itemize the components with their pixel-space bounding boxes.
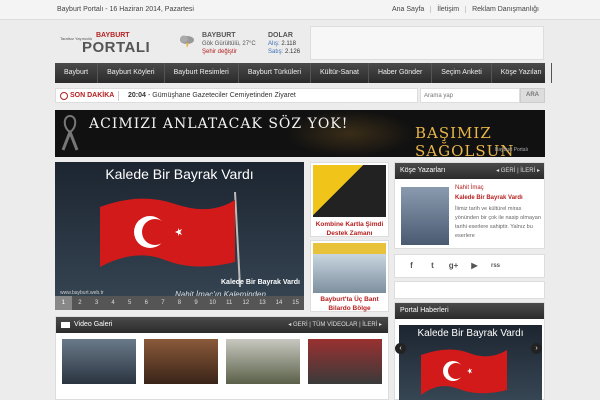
video-thumbnail[interactable]: [62, 339, 136, 384]
video-thumbnail[interactable]: [226, 339, 300, 384]
currency-buy: Alış: 2.118: [268, 41, 296, 47]
ad-consulting-link[interactable]: Reklam Danışmanlığı: [465, 6, 545, 13]
authors-title: Köşe Yazarları: [400, 167, 446, 174]
author-photo[interactable]: [401, 187, 449, 245]
rss-icon[interactable]: rss: [485, 260, 506, 272]
video-gallery-controls[interactable]: ◂ GERİ | TÜM VİDEOLAR | İLERİ ▸: [288, 317, 382, 333]
portal-news-image[interactable]: Kalede Bir Bayrak Vardı: [399, 325, 542, 400]
nav-item-folk-songs[interactable]: Bayburt Türküleri: [239, 63, 312, 83]
pager-page[interactable]: 12: [238, 296, 255, 310]
date-text: Bayburt Portalı - 16 Haziran 2014, Pazar…: [57, 6, 194, 13]
promo-card[interactable]: Kombine Kartla Şimdi Destek Zamanı: [310, 162, 389, 237]
portal-news-header: Portal Haberleri: [395, 303, 544, 319]
site-logo[interactable]: Tarafsız Yayıncılık BAYBURT PORTALI: [60, 32, 150, 58]
ticker-time: 20:04: [128, 92, 146, 99]
weather-widget: BAYBURT Gök Gürültülü, 27°C Şehir değişt…: [178, 32, 258, 58]
search-input[interactable]: [420, 88, 520, 103]
promo-image: [313, 243, 386, 293]
currency-widget: DOLAR Alış: 2.118 Satış: 2.126: [268, 32, 310, 58]
video-gallery-header: Video Galeri ◂ GERİ | TÜM VİDEOLAR | İLE…: [56, 317, 388, 333]
pager-page[interactable]: 6: [138, 296, 155, 310]
storm-cloud-icon: [180, 35, 194, 48]
social-links: f t g+ ▶ rss: [394, 254, 545, 278]
nav-item-send-news[interactable]: Haber Gönder: [369, 63, 433, 83]
turkish-flag-image: [421, 349, 507, 395]
ticker-headline[interactable]: - Gümüşhane Gazeteciler Cemiyetinden Ziy…: [148, 92, 296, 99]
promo-caption: Kombine Kartla Şimdi Destek Zamanı: [315, 221, 384, 237]
top-bar: Bayburt Portalı - 16 Haziran 2014, Pazar…: [0, 0, 600, 20]
facebook-icon[interactable]: f: [401, 260, 422, 272]
breaking-news-label: SON DAKİKA: [70, 92, 115, 99]
headline-slider[interactable]: Kalede Bir Bayrak Vardı Kalede Bir Bayra…: [55, 162, 304, 310]
twitter-icon[interactable]: t: [422, 260, 443, 272]
video-gallery: Video Galeri ◂ GERİ | TÜM VİDEOLAR | İLE…: [55, 316, 389, 400]
google-plus-icon[interactable]: g+: [443, 260, 464, 272]
logo-portal: PORTALI: [82, 39, 151, 56]
pager-page[interactable]: 1: [55, 296, 72, 310]
change-city-link[interactable]: Şehir değiştir: [202, 49, 237, 55]
pager-page[interactable]: 3: [88, 296, 105, 310]
main-nav: Bayburt Bayburt Köyleri Bayburt Resimler…: [55, 63, 552, 83]
header-ad-slot: [310, 26, 544, 60]
turkish-flag-image: [100, 192, 241, 287]
condolence-banner[interactable]: ACIMIZI ANLATACAK SÖZ YOK! BAŞIMIZ SAĞOL…: [55, 110, 545, 157]
black-ribbon-icon: [61, 114, 79, 151]
slider-pager: 1 2 3 4 5 6 7 8 9 10 11 12 13 14 15: [55, 296, 304, 310]
pager-page[interactable]: 7: [155, 296, 172, 310]
home-link[interactable]: Ana Sayfa: [386, 6, 430, 13]
promo-image: [313, 165, 386, 217]
nav-item-poll[interactable]: Seçim Anketi: [432, 63, 492, 83]
clock-icon: [60, 92, 68, 100]
promo-card[interactable]: Bayburt'ta Üç Bant Bilardo Bölge: [310, 240, 389, 312]
pager-page[interactable]: 4: [105, 296, 122, 310]
weather-condition: Gök Gürültülü, 27°C: [202, 41, 256, 47]
contact-link[interactable]: İletişim: [430, 6, 465, 13]
top-links: Ana Sayfa İletişim Reklam Danışmanlığı: [386, 6, 545, 13]
ticker-divider: [118, 91, 119, 101]
author-article-title[interactable]: Kalede Bir Bayrak Vardı: [455, 195, 523, 201]
banner-left-text: ACIMIZI ANLATACAK SÖZ YOK!: [89, 116, 349, 132]
prev-arrow-icon[interactable]: ‹: [395, 343, 406, 354]
promo-caption: Bayburt'ta Üç Bant Bilardo Bölge: [320, 296, 379, 312]
nav-item-villages[interactable]: Bayburt Köyleri: [98, 63, 165, 83]
portal-news-heading: Kalede Bir Bayrak Vardı: [417, 328, 524, 339]
author-name[interactable]: Nahit İmaç: [455, 185, 484, 191]
currency-sell: Satış: 2.126: [268, 49, 301, 55]
pager-page[interactable]: 5: [121, 296, 138, 310]
pager-page[interactable]: 11: [221, 296, 238, 310]
pager-page[interactable]: 8: [171, 296, 188, 310]
authors-nav-controls[interactable]: ◂ GERİ | İLERİ ▸: [496, 163, 540, 179]
nav-item-columns[interactable]: Köşe Yazıları: [492, 63, 552, 83]
nav-item-photos[interactable]: Bayburt Resimleri: [165, 63, 239, 83]
portal-news-box: Portal Haberleri Kalede Bir Bayrak Vardı…: [394, 302, 545, 400]
pager-page[interactable]: 9: [188, 296, 205, 310]
pager-page[interactable]: 10: [204, 296, 221, 310]
video-camera-icon: [61, 322, 70, 328]
nav-item-bayburt[interactable]: Bayburt: [55, 63, 99, 83]
pager-page[interactable]: 14: [271, 296, 288, 310]
pager-page[interactable]: 15: [287, 296, 304, 310]
weather-city: BAYBURT: [202, 32, 236, 39]
nav-item-culture-art[interactable]: Kültür-Sanat: [311, 63, 369, 83]
authors-box: Köşe Yazarları ◂ GERİ | İLERİ ▸ Nahit İm…: [394, 162, 545, 249]
video-thumbnail[interactable]: [308, 339, 382, 384]
search-button[interactable]: ARA: [520, 88, 545, 103]
logo-bayburt: BAYBURT: [96, 32, 130, 39]
next-arrow-icon[interactable]: ›: [531, 343, 542, 354]
author-excerpt: İlimiz tarih ve kültürel miras yönünden …: [455, 206, 541, 239]
youtube-icon[interactable]: ▶: [464, 260, 485, 272]
authors-header: Köşe Yazarları ◂ GERİ | İLERİ ▸: [395, 163, 544, 179]
currency-name: DOLAR: [268, 32, 293, 39]
breaking-news-ticker: SON DAKİKA 20:04 - Gümüşhane Gazeteciler…: [55, 88, 418, 103]
pager-page[interactable]: 2: [72, 296, 89, 310]
sidebar-empty-slot: [394, 281, 545, 299]
banner-signature: Bayburt Portalı: [495, 147, 529, 153]
video-gallery-title: Video Galeri: [74, 321, 113, 328]
slider-caption: Kalede Bir Bayrak Vardı: [221, 279, 300, 286]
pager-page[interactable]: 13: [254, 296, 271, 310]
video-thumbnail[interactable]: [144, 339, 218, 384]
slider-heading: Kalede Bir Bayrak Vardı: [105, 166, 254, 182]
